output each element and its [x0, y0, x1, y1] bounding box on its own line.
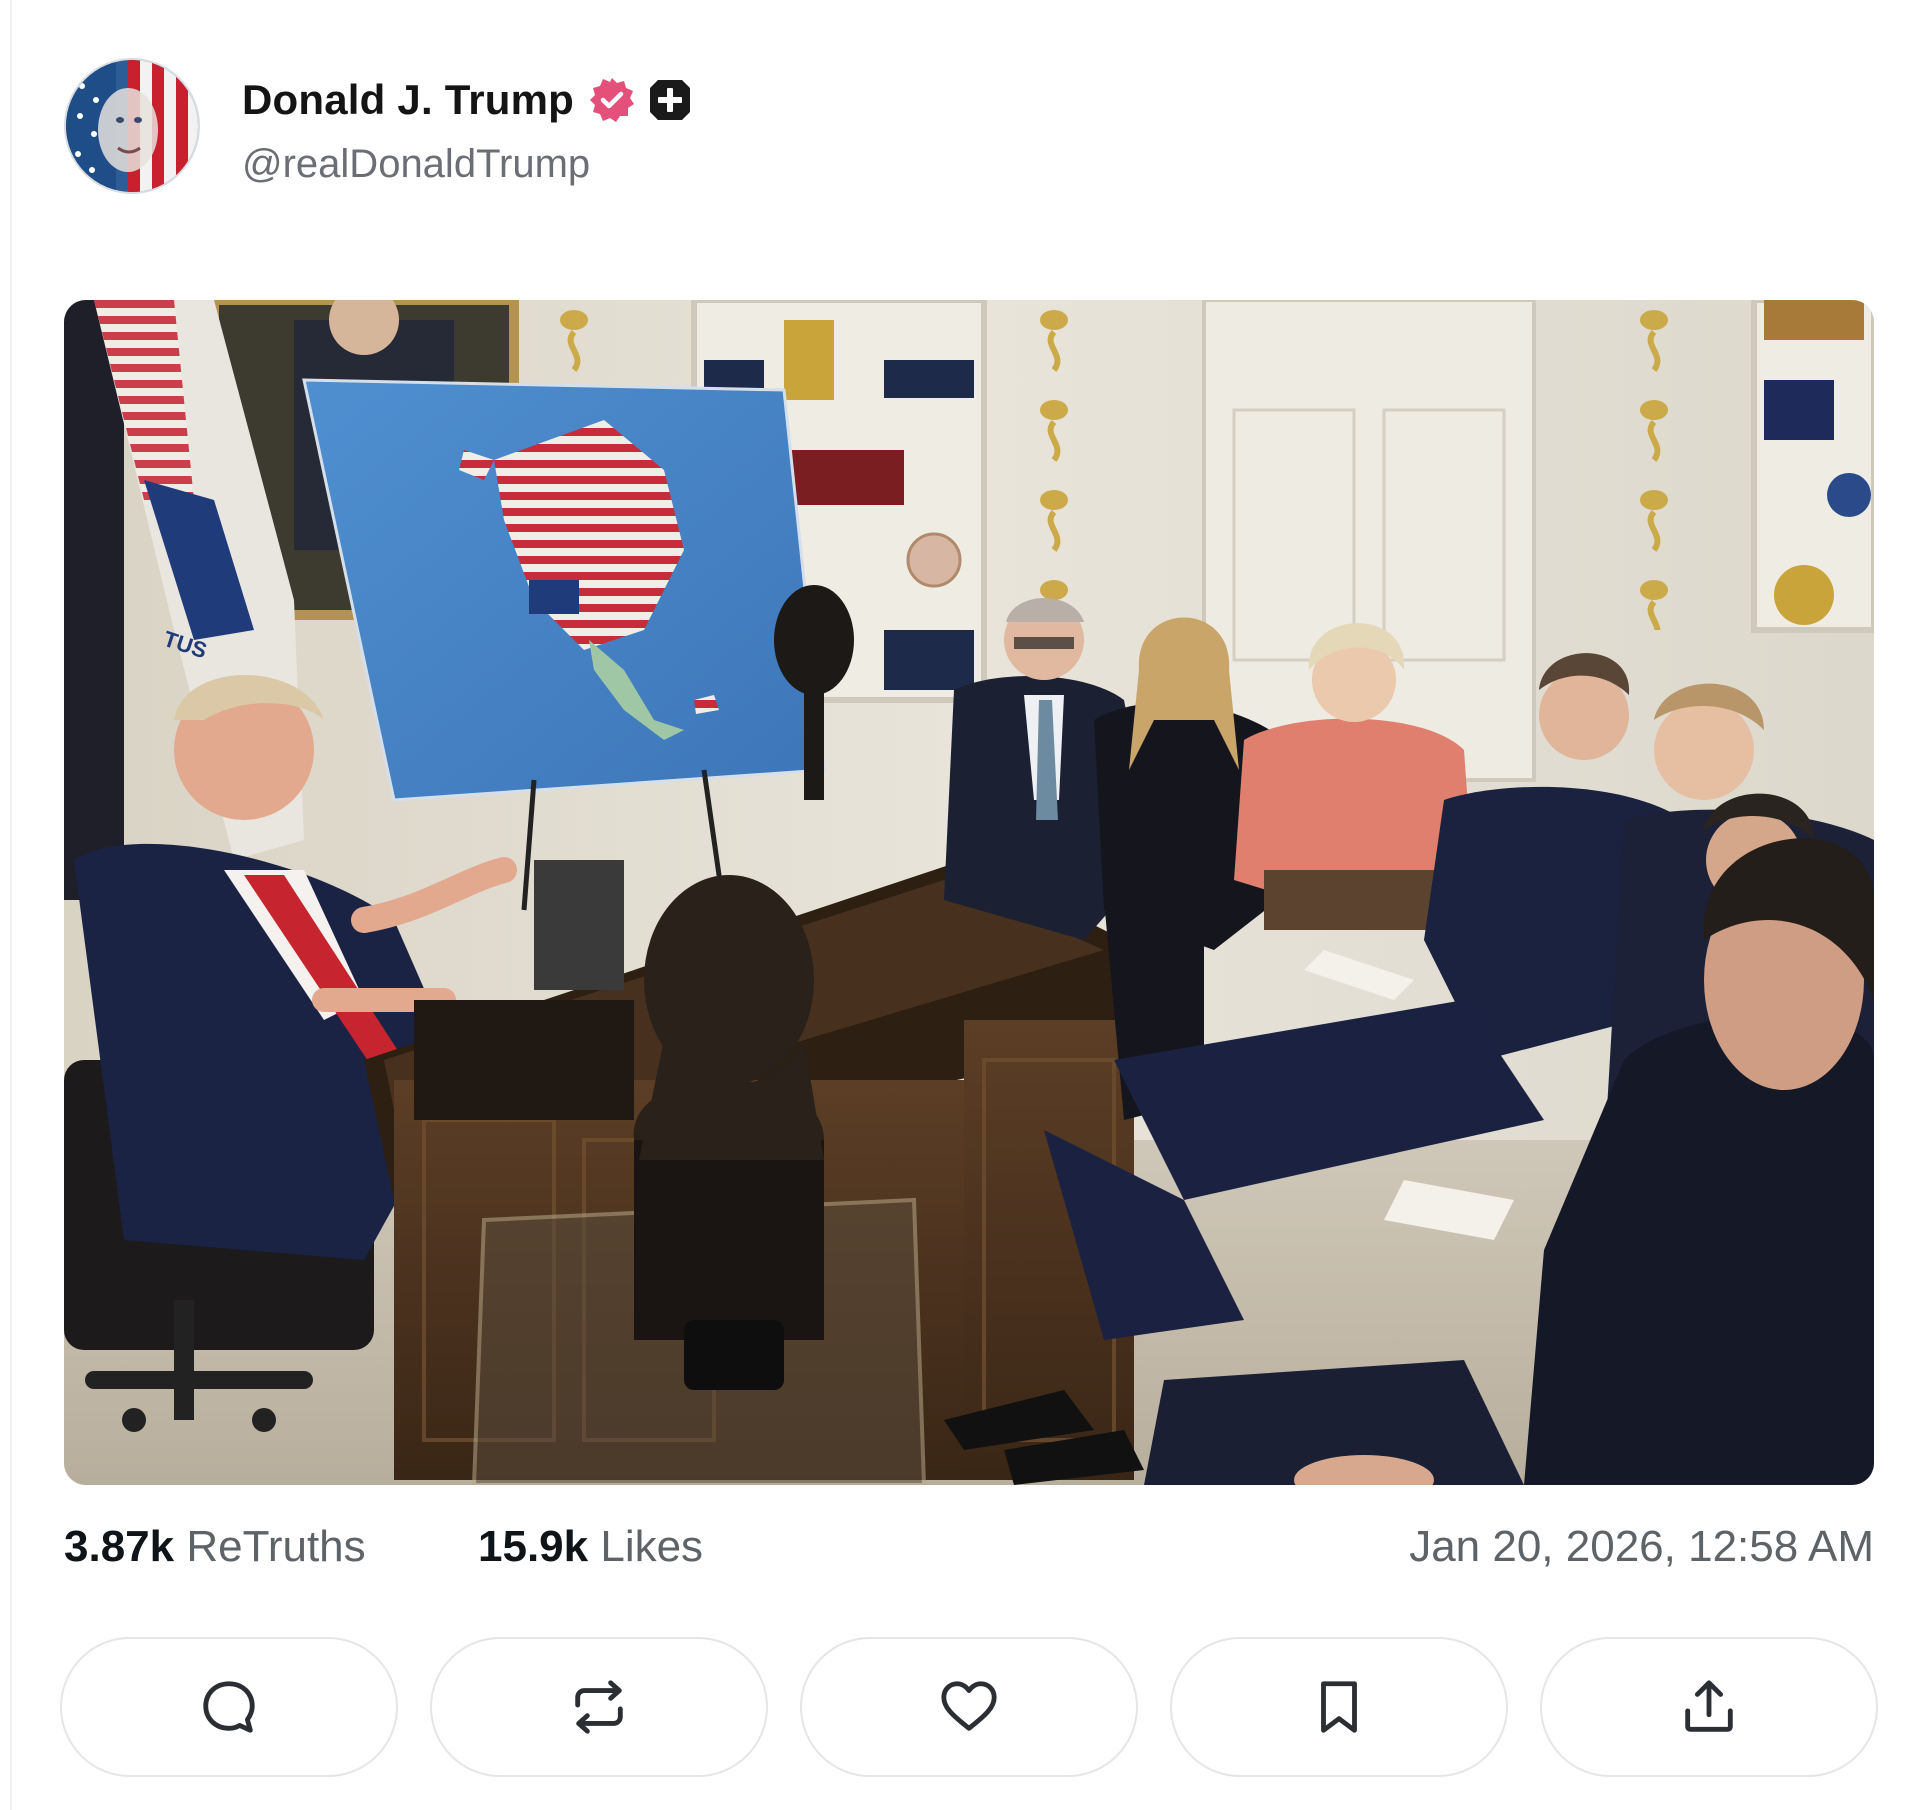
post-photo[interactable]: TUS: [64, 300, 1874, 1485]
retruth-button[interactable]: [430, 1637, 768, 1777]
heart-icon: [941, 1681, 997, 1731]
avatar[interactable]: [64, 58, 200, 194]
verified-badge-icon: [588, 76, 636, 124]
bookmark-button[interactable]: [1170, 1637, 1508, 1777]
action-bar: [60, 1637, 1880, 1777]
post-stats: 3.87k ReTruths 15.9k Likes Jan 20, 2026,…: [64, 1522, 1874, 1582]
bookmark-icon: [1321, 1681, 1357, 1733]
left-border: [10, 0, 12, 1810]
author-handle[interactable]: @realDonaldTrump: [242, 142, 590, 187]
reply-icon: [203, 1681, 255, 1733]
post-timestamp[interactable]: Jan 20, 2026, 12:58 AM: [1409, 1522, 1874, 1572]
post-header: Donald J. Trump @realDonaldTrump: [64, 58, 1864, 198]
share-button[interactable]: [1540, 1637, 1878, 1777]
retruths-count: 3.87k: [64, 1522, 175, 1571]
retruths-stat[interactable]: 3.87k ReTruths: [64, 1522, 366, 1572]
author-row: Donald J. Trump: [242, 70, 692, 130]
retruths-label: ReTruths: [186, 1522, 366, 1571]
likes-count: 15.9k: [478, 1522, 589, 1571]
like-button[interactable]: [800, 1637, 1138, 1777]
likes-stat[interactable]: 15.9k Likes: [478, 1522, 703, 1572]
share-icon: [1685, 1680, 1733, 1732]
author-name[interactable]: Donald J. Trump: [242, 76, 574, 124]
retruth-icon: [575, 1680, 623, 1734]
plus-badge-icon: [648, 78, 692, 122]
reply-button[interactable]: [60, 1637, 398, 1777]
likes-label: Likes: [600, 1522, 704, 1571]
